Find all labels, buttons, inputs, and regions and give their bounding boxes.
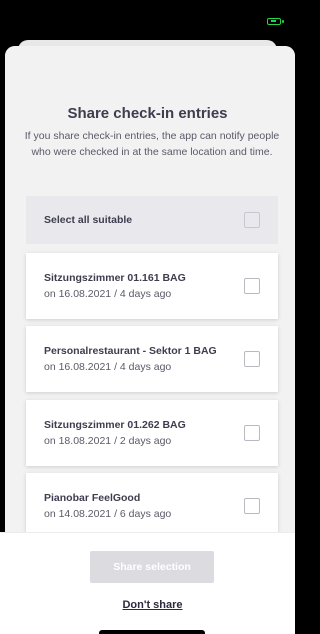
home-indicator (99, 630, 205, 634)
action-footer: Share selection Don't share (0, 532, 295, 634)
entry-checkbox[interactable] (244, 278, 260, 294)
page-description: If you share check-in entries, the app c… (24, 130, 280, 158)
entry-checkbox[interactable] (244, 498, 260, 514)
entry-name: Personalrestaurant - Sektor 1 BAG (44, 345, 217, 357)
entry-text: Personalrestaurant - Sektor 1 BAG on 16.… (44, 345, 217, 373)
entry-text: Pianobar FeelGood on 14.08.2021 / 6 days… (44, 492, 171, 520)
checkin-entry[interactable]: Personalrestaurant - Sektor 1 BAG on 16.… (26, 326, 278, 392)
entry-date: on 14.08.2021 / 6 days ago (44, 508, 172, 520)
entry-text: Sitzungszimmer 01.262 BAG on 18.08.2021 … (44, 419, 186, 447)
checkin-entry[interactable]: Pianobar FeelGood on 14.08.2021 / 6 days… (26, 473, 278, 539)
entry-name: Pianobar FeelGood (44, 492, 141, 504)
share-selection-button[interactable]: Share selection (90, 551, 214, 583)
sheet-header (5, 46, 295, 86)
entry-name: Sitzungszimmer 01.262 BAG (44, 419, 186, 431)
dont-share-link[interactable]: Don't share (0, 599, 305, 611)
entry-date: on 16.08.2021 / 4 days ago (44, 361, 172, 373)
battery-tip (282, 20, 284, 23)
entry-text: Sitzungszimmer 01.161 BAG on 16.08.2021 … (44, 272, 186, 300)
status-bar (0, 0, 295, 38)
select-all-row[interactable]: Select all suitable (26, 196, 278, 244)
entry-checkbox[interactable] (244, 425, 260, 441)
entry-date: on 18.08.2021 / 2 days ago (44, 435, 172, 447)
select-all-label: Select all suitable (44, 214, 133, 226)
entry-date: on 16.08.2021 / 4 days ago (44, 288, 172, 300)
entry-checkbox[interactable] (244, 351, 260, 367)
checkin-entry[interactable]: Sitzungszimmer 01.262 BAG on 18.08.2021 … (26, 400, 278, 466)
checkin-entry[interactable]: Sitzungszimmer 01.161 BAG on 16.08.2021 … (26, 253, 278, 319)
entry-name: Sitzungszimmer 01.161 BAG (44, 272, 186, 284)
battery-icon (267, 18, 281, 25)
select-all-checkbox[interactable] (244, 212, 260, 228)
page-title: Share check-in entries (67, 105, 228, 122)
